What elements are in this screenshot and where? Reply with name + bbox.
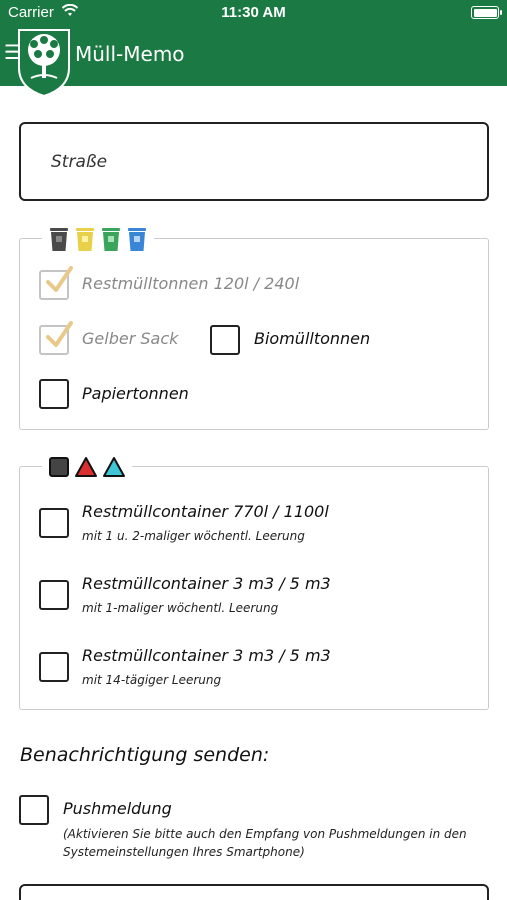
gelber-sack-label: Gelber Sack (82, 329, 179, 348)
container-770-sub: mit 1 u. 2-maliger wöchentl. Leerung (82, 529, 305, 543)
papier-checkbox[interactable] (39, 379, 69, 409)
checkmark-icon (46, 266, 73, 292)
bottom-button[interactable] (19, 884, 489, 900)
containers-group: Restmüllcontainer 770l / 1100l mit 1 u. … (19, 451, 489, 710)
push-checkbox[interactable] (19, 795, 49, 825)
restmuell-label: Restmülltonnen 120l / 240l (82, 274, 300, 293)
push-note: (Aktivieren Sie bitte auch den Empfang v… (63, 827, 467, 859)
blue-bin-icon (128, 228, 146, 251)
yellow-bin-icon (76, 228, 94, 251)
container-3m3-biweekly-label: Restmüllcontainer 3 m3 / 5 m3 (82, 646, 331, 665)
notification-heading: Benachrichtigung senden: (20, 744, 270, 766)
checkmark-icon (46, 321, 73, 347)
red-triangle-icon (75, 457, 97, 477)
app-title: Müll-Memo (75, 42, 185, 66)
container-3m3-biweekly-checkbox[interactable] (39, 652, 69, 682)
bio-checkbox[interactable] (210, 325, 240, 355)
container-3m3-weekly-sub: mit 1-maliger wöchentl. Leerung (82, 601, 279, 615)
tree-crest-icon (18, 29, 70, 98)
gray-bin-icon (50, 228, 68, 251)
container-770-label: Restmüllcontainer 770l / 1100l (82, 502, 329, 521)
status-bar: Carrier 11:30 AM (0, 0, 507, 26)
bin-type-legend (42, 223, 154, 255)
container-3m3-weekly-label: Restmüllcontainer 3 m3 / 5 m3 (82, 574, 331, 593)
restmuell-checkbox[interactable] (39, 266, 73, 300)
household-bins-group: Restmülltonnen 120l / 240l Gelber Sack B… (19, 223, 489, 430)
gelber-sack-checkbox[interactable] (39, 321, 73, 355)
battery-icon (471, 6, 502, 19)
container-3m3-biweekly-sub: mit 14-tägiger Leerung (82, 673, 222, 687)
app-header: ☰ Müll-Memo (0, 26, 507, 98)
bio-label: Biomülltonnen (254, 329, 371, 348)
container-770-checkbox[interactable] (39, 508, 69, 538)
papier-label: Papiertonnen (82, 384, 189, 403)
street-field[interactable] (19, 122, 489, 201)
push-label: Pushmeldung (63, 799, 172, 818)
cyan-triangle-icon (103, 457, 125, 477)
green-bin-icon (102, 228, 120, 251)
street-input[interactable] (21, 124, 487, 199)
container-3m3-weekly-checkbox[interactable] (39, 580, 69, 610)
black-square-icon (49, 457, 69, 477)
clock: 11:30 AM (221, 4, 286, 21)
container-type-legend (42, 451, 132, 483)
